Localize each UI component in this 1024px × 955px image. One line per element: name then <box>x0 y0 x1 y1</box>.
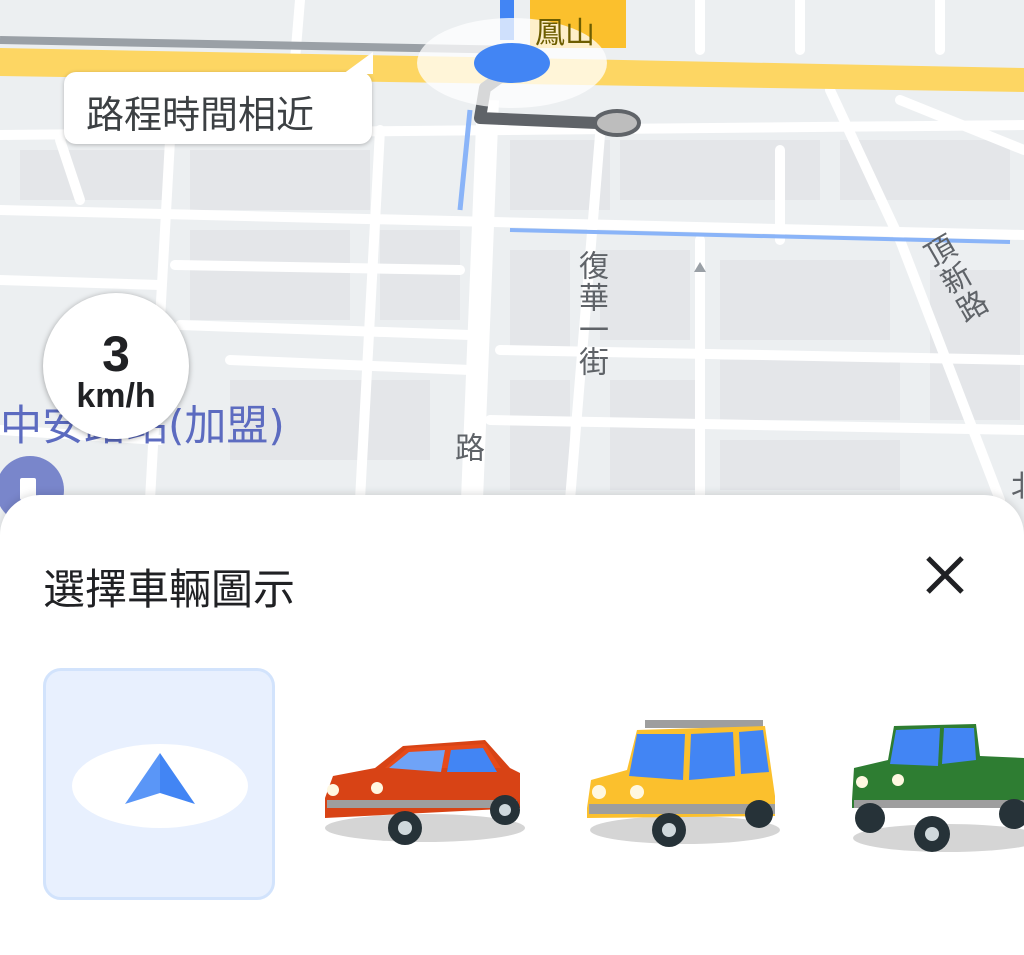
speed-value: 3 <box>102 326 130 382</box>
street-label-edge: 北 <box>1005 470 1024 502</box>
green-pickup-icon <box>852 724 1024 852</box>
speed-unit: km/h <box>76 377 156 415</box>
red-sedan-icon <box>325 740 525 845</box>
vehicle-option-arrow[interactable] <box>43 668 275 900</box>
yellow-suv-icon <box>587 720 780 847</box>
road-label-fengshan: 鳳山 <box>535 16 595 51</box>
sheet-title: 選擇車輛圖示 <box>43 565 296 614</box>
map-view[interactable]: 鳳山 復華一街 頂新路 路 中安路站(加盟) 北 路程時間相近 3 km/h <box>0 0 1024 560</box>
close-button[interactable] <box>915 545 975 605</box>
vehicle-option-yellow-suv[interactable] <box>585 668 785 900</box>
bubble-tail <box>343 52 373 74</box>
close-icon <box>926 556 964 594</box>
street-label-partial: 路 <box>449 432 484 464</box>
vehicle-option-green-pickup[interactable] <box>848 668 1024 900</box>
speedometer: 3 km/h <box>43 293 189 439</box>
route-hint-bubble[interactable]: 路程時間相近 <box>64 52 373 144</box>
navigation-arrow-icon <box>72 744 248 828</box>
street-label-fuhua: 復華一街 <box>573 250 608 378</box>
route-hint-text: 路程時間相近 <box>86 93 315 137</box>
vehicle-option-red-sedan[interactable] <box>315 668 530 900</box>
